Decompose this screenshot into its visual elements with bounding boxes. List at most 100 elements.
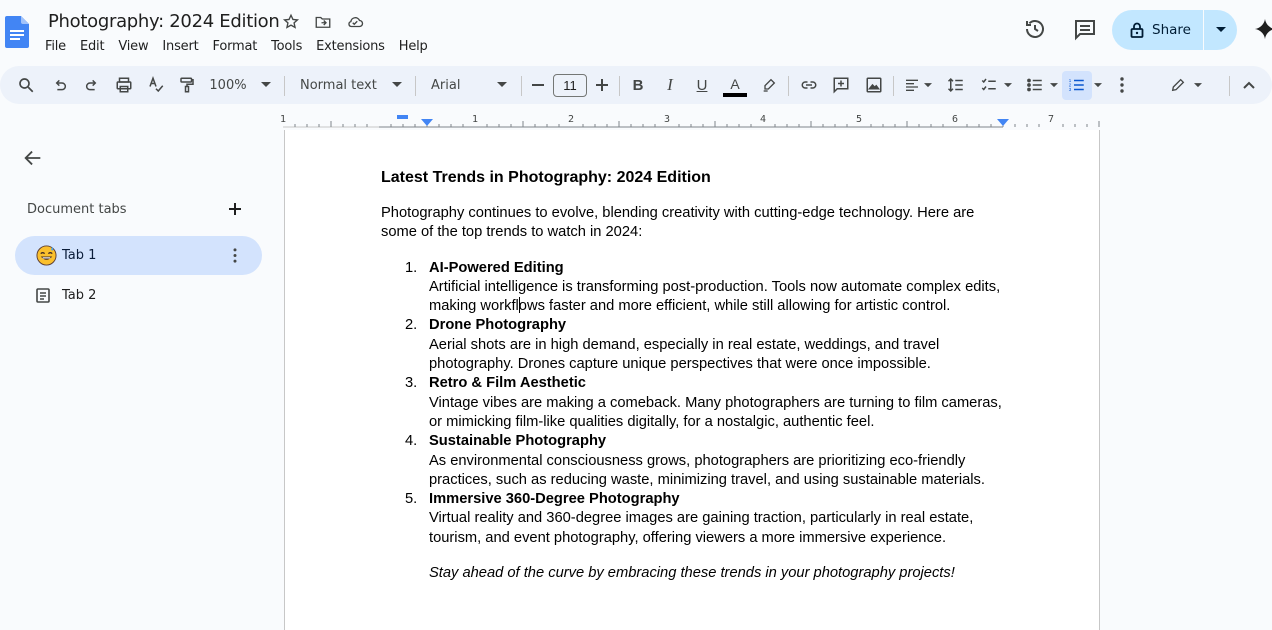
document-page[interactable]: Latest Trends in Photography: 2024 Editi… (284, 130, 1100, 630)
add-comment-icon (833, 77, 849, 94)
move-folder-icon[interactable] (314, 13, 332, 31)
menu-file[interactable]: File (38, 37, 73, 56)
undo-button[interactable] (48, 66, 72, 104)
comments-icon[interactable] (1073, 17, 1097, 41)
list-number: 5. (405, 491, 418, 508)
tab-label: Tab 2 (62, 288, 97, 303)
add-tab-icon[interactable] (226, 200, 244, 218)
ruler-label: 5 (856, 114, 862, 125)
document-body[interactable]: Latest Trends in Photography: 2024 Editi… (381, 168, 1005, 583)
tab-2[interactable]: Tab 2 (15, 276, 262, 315)
increase-font-size-button[interactable] (592, 66, 612, 104)
font-value: Arial (431, 77, 461, 93)
paint-format-button[interactable] (175, 66, 199, 104)
toolbar-divider (521, 76, 522, 96)
chevron-up-icon (1243, 81, 1255, 89)
bold-icon: B (632, 76, 644, 94)
menu-view[interactable]: View (111, 37, 155, 56)
document-title[interactable]: Photography: 2024 Edition (48, 11, 280, 32)
bulleted-list-button[interactable] (1022, 66, 1062, 104)
list-item-title: Retro & Film Aesthetic (429, 375, 586, 392)
menu-edit[interactable]: Edit (73, 37, 111, 56)
bulleted-list-icon (1027, 78, 1042, 92)
tab-options-icon[interactable] (233, 248, 237, 263)
menu-tools[interactable]: Tools (264, 37, 309, 56)
menu-bar: File Edit View Insert Format Tools Exten… (38, 37, 435, 56)
insert-link-button[interactable] (797, 66, 821, 104)
list-item: 2. Drone Photography Aerial shots are in… (381, 316, 1005, 374)
caret-down-icon (924, 82, 932, 87)
version-history-icon[interactable] (1023, 17, 1047, 41)
more-options-button[interactable] (1112, 66, 1132, 104)
bold-button[interactable]: B (627, 66, 649, 104)
pencil-icon (1171, 78, 1185, 92)
link-icon (801, 81, 817, 89)
tab-1[interactable]: Tab 1 (15, 236, 262, 275)
share-button-group: Share (1112, 10, 1237, 50)
paragraph-style-select[interactable]: Normal text (292, 66, 404, 104)
caret-down-icon (1194, 82, 1202, 87)
redo-icon (86, 79, 97, 91)
list-item: 1. AI-Powered Editing Artificial intelli… (381, 259, 1005, 317)
document-tabs-heading: Document tabs (27, 202, 127, 217)
ruler-label: 1 (472, 114, 478, 125)
gemini-icon[interactable] (1254, 18, 1272, 40)
menu-format[interactable]: Format (206, 37, 265, 56)
highlight-color-button[interactable] (758, 66, 780, 104)
back-arrow-icon[interactable] (22, 147, 44, 169)
list-item: 4. Sustainable Photography As environmen… (381, 432, 1005, 490)
decrease-font-size-button[interactable] (528, 66, 548, 104)
caret-down-icon (1050, 82, 1058, 87)
italic-button[interactable]: I (659, 66, 681, 104)
title-bar: Photography: 2024 Edition File Edit View… (0, 0, 1272, 64)
checklist-button[interactable] (976, 66, 1016, 104)
text-color-icon: A (730, 76, 740, 92)
numbered-list-dropdown[interactable] (1092, 66, 1104, 104)
svg-text:3: 3 (1069, 87, 1072, 92)
font-size-input[interactable]: 11 (553, 74, 587, 97)
cloud-saved-icon[interactable] (345, 13, 365, 31)
redo-button[interactable] (80, 66, 104, 104)
emoji-icon (36, 245, 57, 266)
hide-menus-button[interactable] (1238, 66, 1260, 104)
text-color-button[interactable]: A (722, 66, 748, 104)
insert-comment-button[interactable] (829, 66, 853, 104)
docs-logo-icon[interactable] (5, 16, 29, 48)
search-menus-button[interactable] (14, 66, 38, 104)
document-icon (36, 288, 50, 303)
toolbar-divider (893, 76, 894, 96)
list-item-title: AI-Powered Editing (429, 259, 564, 276)
spellcheck-button[interactable] (144, 66, 168, 104)
star-icon[interactable] (282, 13, 300, 31)
toolbar-divider (415, 76, 416, 96)
plus-icon (596, 79, 608, 91)
menu-insert[interactable]: Insert (155, 37, 205, 56)
italic-icon: I (667, 75, 673, 94)
text-color-swatch (723, 93, 747, 97)
spellcheck-icon (149, 76, 164, 93)
underline-button[interactable]: U (691, 66, 713, 104)
zoom-value: 100% (209, 77, 247, 93)
underline-icon: U (696, 76, 708, 94)
paragraph-style-value: Normal text (300, 77, 377, 93)
horizontal-ruler[interactable]: 1 1 2 3 4 5 6 7 (0, 110, 1272, 130)
caret-down-icon (260, 82, 271, 87)
font-select[interactable]: Arial (423, 66, 513, 104)
align-button[interactable] (900, 66, 936, 104)
toolbar-divider (284, 76, 285, 96)
print-button[interactable] (112, 66, 136, 104)
share-dropdown-button[interactable] (1204, 27, 1237, 33)
menu-extensions[interactable]: Extensions (309, 37, 392, 56)
insert-image-button[interactable] (862, 66, 886, 104)
formatting-toolbar: 100% Normal text Arial B I U A 1 2 3 (0, 66, 1272, 104)
paint-format-icon (180, 77, 194, 93)
caret-down-icon (392, 82, 402, 87)
zoom-select[interactable]: 100% (204, 66, 276, 104)
lock-icon (1130, 22, 1144, 38)
line-spacing-button[interactable] (944, 66, 968, 104)
minus-icon (532, 84, 544, 86)
checklist-icon (981, 78, 996, 91)
share-button[interactable]: Share (1112, 10, 1204, 50)
menu-help[interactable]: Help (392, 37, 435, 56)
editing-mode-button[interactable] (1166, 66, 1206, 104)
